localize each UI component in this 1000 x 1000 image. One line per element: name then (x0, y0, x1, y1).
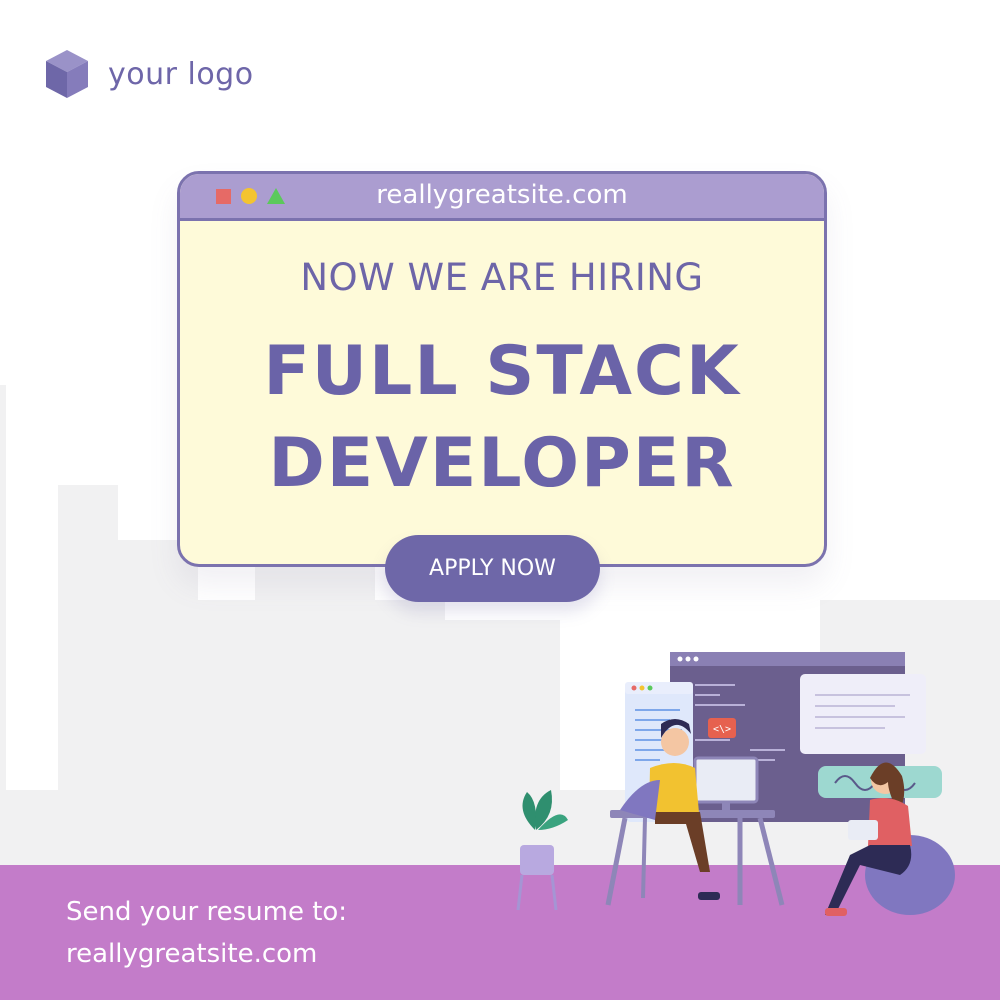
footer-resume-url[interactable]: reallygreatsite.com (66, 939, 317, 969)
cube-icon (46, 50, 88, 98)
browser-window-card: reallygreatsite.com NOW WE ARE HIRING FU… (177, 171, 827, 567)
apply-now-button[interactable]: APPLY NOW (385, 535, 600, 602)
job-title-line-2: DEVELOPER (268, 424, 736, 503)
logo-text: your logo (108, 56, 254, 92)
job-title-line-1: FULL STACK (263, 332, 741, 411)
logo[interactable]: your logo (44, 48, 254, 100)
developers-illustration: <\> (516, 652, 955, 916)
hiring-subtitle: NOW WE ARE HIRING (300, 256, 704, 299)
job-title: FULL STACK DEVELOPER (180, 326, 824, 510)
svg-text:<\>: <\> (713, 724, 731, 735)
window-title-bar: reallygreatsite.com (180, 174, 824, 221)
footer-resume-label: Send your resume to: (66, 897, 348, 927)
window-url: reallygreatsite.com (376, 180, 628, 210)
potted-plant-illustration (516, 790, 568, 911)
